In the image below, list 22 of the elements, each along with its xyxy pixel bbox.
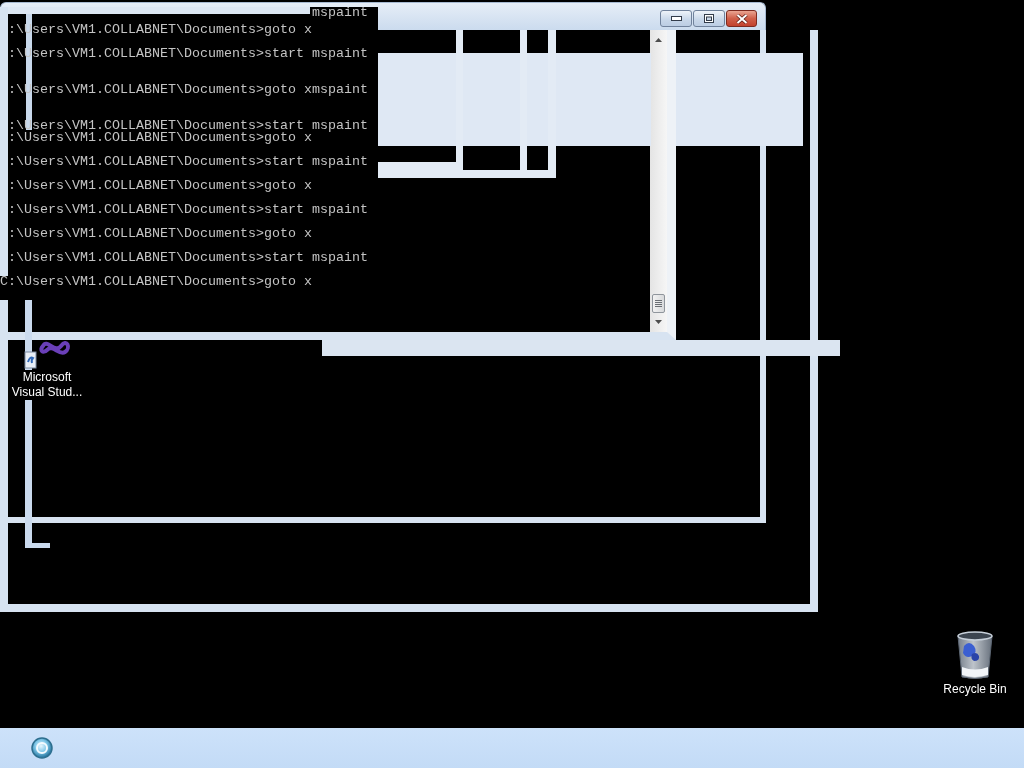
console-line: C:\Users\VM1.COLLABNET\Documents>goto x [0,274,312,289]
scroll-down-icon[interactable] [655,320,662,324]
scroll-up-icon[interactable] [655,38,662,42]
grip-icon [655,300,662,307]
console-line: :\Users\VM1.COLLABNET\Documents>goto x [8,130,312,145]
console-line: :\Users\VM1.COLLABNET\Documents>start mspaint [8,202,368,217]
scrollbar-thumb[interactable] [652,294,665,313]
maximize-icon [704,14,714,23]
minimize-button[interactable] [660,10,692,27]
maximize-button[interactable] [693,10,725,27]
console-line: :\Users\VM1.COLLABNET\Documents>goto x [8,226,312,241]
console-line: :\Users\VM1.COLLABNET\Documents>start mspaint [8,250,368,265]
start-orb-icon[interactable] [31,737,53,759]
vertical-scrollbar[interactable] [650,30,667,332]
console-text: mspaint [312,7,368,20]
console-line: :\Users\VM1.COLLABNET\Documents>start mspaint [8,154,368,169]
close-icon [735,13,748,24]
infinity-icon[interactable] [23,340,71,370]
console-line: :\Users\VM1.COLLABNET\Documents>goto x [8,178,312,193]
desktop-icon-label[interactable]: Recycle Bin [942,682,1008,697]
minimize-icon [670,16,682,21]
close-button[interactable] [726,10,757,27]
